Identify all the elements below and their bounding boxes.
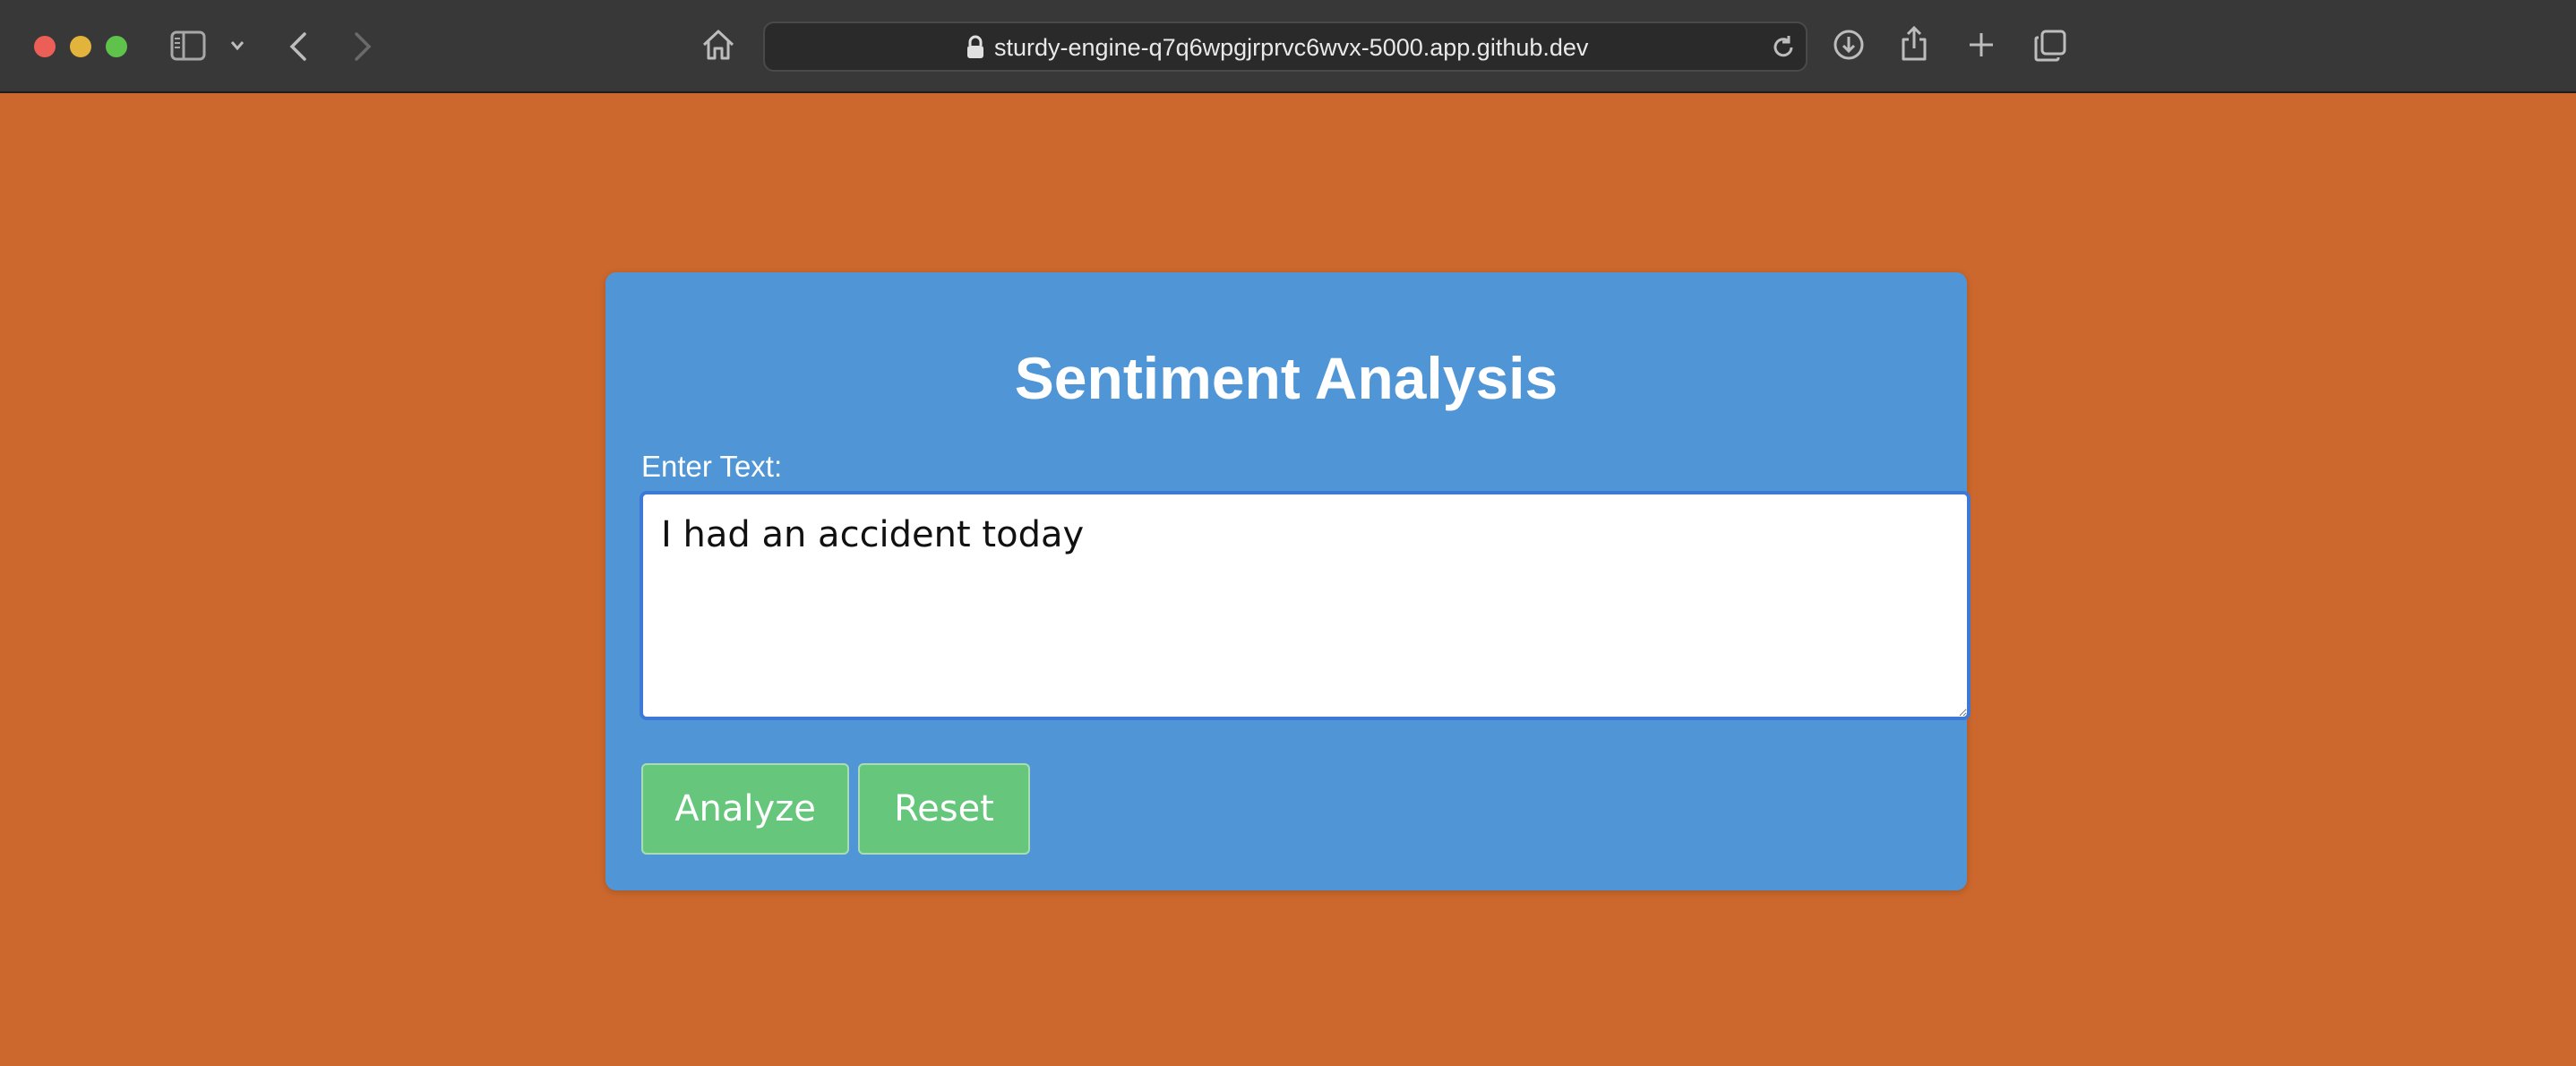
lock-icon — [966, 35, 985, 64]
input-label: Enter Text: — [641, 450, 783, 483]
back-arrow-icon[interactable] — [287, 30, 310, 63]
window-minimize-button[interactable] — [70, 36, 91, 57]
reset-button[interactable]: Reset — [858, 763, 1030, 855]
share-icon[interactable] — [1899, 25, 1929, 63]
browser-toolbar: sturdy-engine-q7q6wpgjrprvc6wvx-5000.app… — [0, 0, 2576, 93]
chevron-down-icon[interactable] — [229, 39, 245, 52]
sidebar-icon[interactable] — [170, 30, 206, 61]
page-title: Sentiment Analysis — [1014, 345, 1558, 411]
address-bar[interactable]: sturdy-engine-q7q6wpgjrprvc6wvx-5000.app… — [763, 21, 1807, 72]
tabs-icon[interactable] — [2033, 29, 2067, 63]
home-icon[interactable] — [700, 27, 736, 63]
forward-arrow-icon[interactable] — [351, 30, 374, 63]
sentiment-card: Sentiment Analysis Enter Text: I had an … — [605, 272, 1971, 890]
plus-icon[interactable] — [1967, 30, 1996, 59]
reload-icon[interactable] — [1770, 34, 1797, 65]
window-zoom-button[interactable] — [106, 36, 127, 57]
url-text: sturdy-engine-q7q6wpgjrprvc6wvx-5000.app… — [994, 34, 1589, 61]
window-close-button[interactable] — [34, 36, 56, 57]
analyze-button[interactable]: Analyze — [641, 763, 849, 855]
text-input[interactable]: I had an accident today — [640, 491, 1971, 720]
download-icon[interactable] — [1833, 29, 1865, 61]
